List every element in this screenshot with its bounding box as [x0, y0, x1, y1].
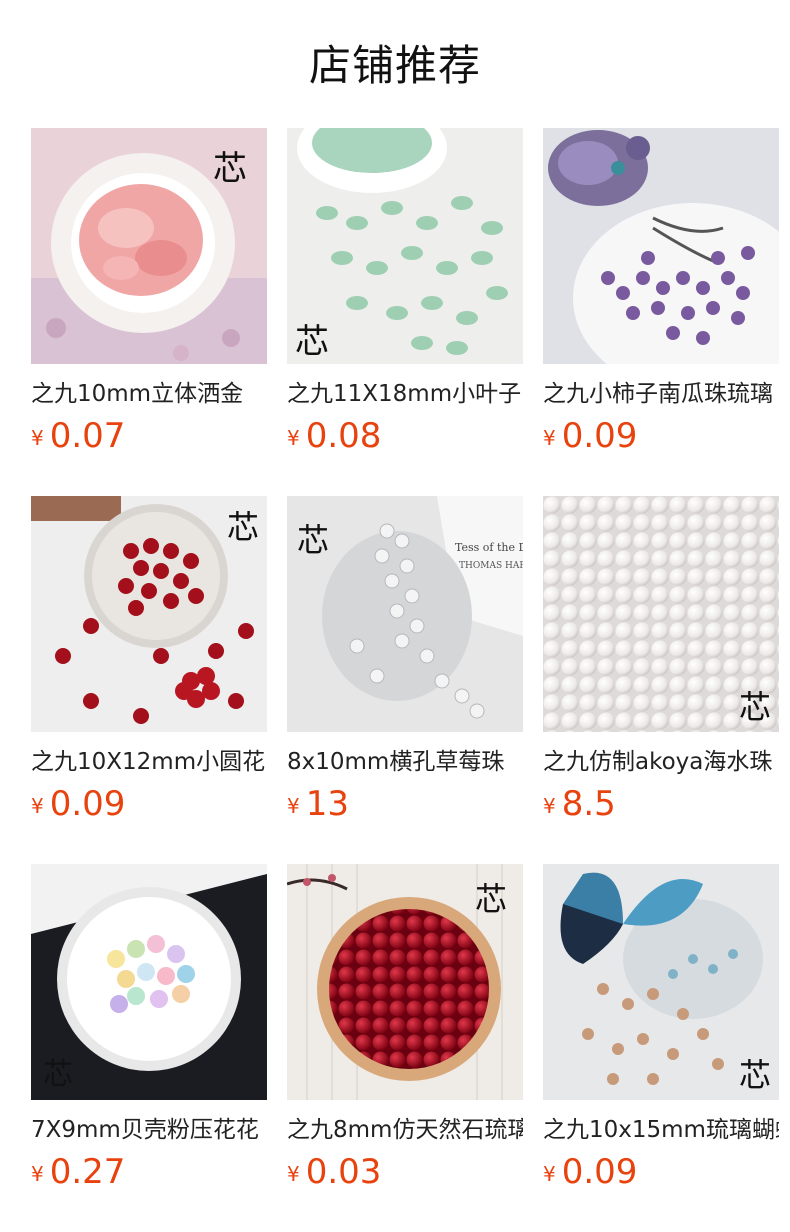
svg-text:芯: 芯 [43, 1057, 73, 1092]
currency-symbol: ¥ [543, 1162, 556, 1186]
product-price: ¥0.09 [543, 1150, 637, 1194]
svg-text:THOMAS HARDY: THOMAS HARDY [459, 561, 523, 571]
currency-symbol: ¥ [287, 1162, 300, 1186]
product-price: ¥13 [287, 782, 349, 826]
product-name[interactable]: 之九10x15mm琉璃蝴蝶 [543, 1112, 779, 1148]
currency-symbol: ¥ [31, 1162, 44, 1186]
price-value: 13 [305, 784, 349, 824]
product-name[interactable]: 之九10mm立体洒金 [31, 376, 267, 412]
price-value: 0.08 [305, 416, 382, 456]
amethyst-pumpkin-beads-hairpin-photo[interactable] [543, 128, 779, 364]
product-name[interactable]: 之九8mm仿天然石琉璃 [287, 1112, 523, 1148]
red-round-beads-wood-plate-photo[interactable]: 芯 [287, 864, 523, 1100]
price-value: 0.03 [305, 1152, 382, 1192]
currency-symbol: ¥ [31, 794, 44, 818]
product-price: ¥0.07 [31, 414, 125, 458]
currency-symbol: ¥ [543, 794, 556, 818]
butterfly-beads-photo[interactable]: 芯 [543, 864, 779, 1100]
svg-text:芯: 芯 [297, 521, 329, 559]
product-name[interactable]: 之九11X18mm小叶子 [287, 376, 523, 412]
svg-text:芯: 芯 [227, 508, 259, 546]
price-value: 0.09 [561, 1152, 638, 1192]
price-value: 0.27 [49, 1152, 126, 1192]
currency-symbol: ¥ [287, 794, 300, 818]
svg-text:芯: 芯 [213, 149, 247, 189]
svg-text:芯: 芯 [295, 322, 329, 362]
product-price: ¥0.03 [287, 1150, 381, 1194]
price-value: 8.5 [561, 784, 616, 824]
product-price: ¥0.09 [543, 414, 637, 458]
product-name[interactable]: 之九10X12mm小圆花 [31, 744, 267, 780]
pastel-tulip-beads-bowl-photo[interactable]: 芯 [31, 864, 267, 1100]
currency-symbol: ¥ [287, 426, 300, 450]
price-value: 0.07 [49, 416, 126, 456]
svg-text:芯: 芯 [739, 1056, 771, 1094]
red-petal-beads-glass-dish-photo[interactable]: 芯 [31, 496, 267, 732]
product-name[interactable]: 之九仿制akoya海水珠 [543, 744, 779, 780]
svg-text:Tess of the D'Urber: Tess of the D'Urber [455, 541, 523, 554]
product-price: ¥0.09 [31, 782, 125, 826]
price-value: 0.09 [561, 416, 638, 456]
svg-text:芯: 芯 [739, 688, 771, 726]
product-name[interactable]: 8x10mm横孔草莓珠 [287, 744, 523, 780]
product-price: ¥0.08 [287, 414, 381, 458]
product-name[interactable]: 7X9mm贝壳粉压花花 [31, 1112, 267, 1148]
product-price: ¥8.5 [543, 782, 616, 826]
pink-glass-flakes-plate-photo[interactable]: 芯 [31, 128, 267, 364]
page-title: 店铺推荐 [308, 41, 481, 90]
white-pearl-strands-photo[interactable]: 芯 [543, 496, 779, 732]
currency-symbol: ¥ [31, 426, 44, 450]
currency-symbol: ¥ [543, 426, 556, 450]
clear-strawberry-beads-book-photo[interactable]: Tess of the D'Urber THOMAS HARDY 芯 [287, 496, 523, 732]
product-name[interactable]: 之九小柿子南瓜珠琉璃 [543, 376, 779, 412]
svg-text:芯: 芯 [475, 880, 507, 918]
price-value: 0.09 [49, 784, 126, 824]
jade-green-leaf-beads-photo[interactable]: 芯 [287, 128, 523, 364]
product-price: ¥0.27 [31, 1150, 125, 1194]
